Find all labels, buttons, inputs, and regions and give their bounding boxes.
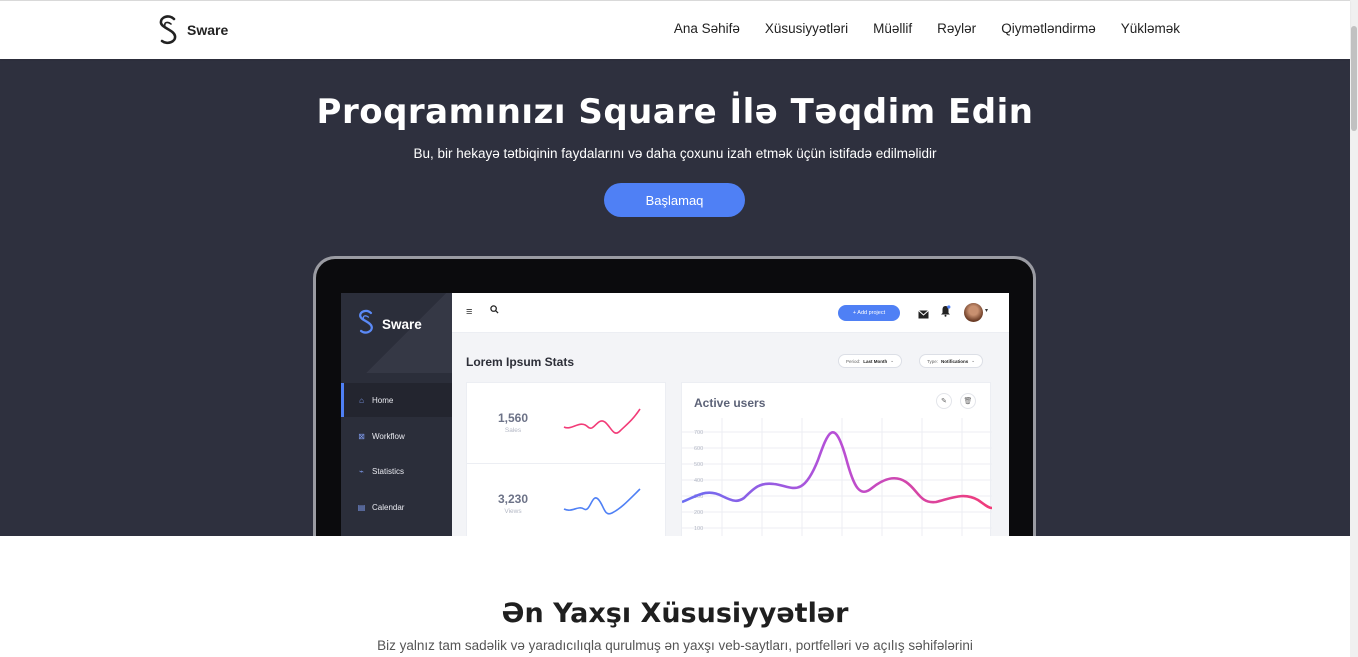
logo-icon: [157, 15, 179, 45]
y-tick: 400: [694, 478, 703, 484]
workflow-icon: ⊠: [358, 431, 365, 441]
filter-value: Notifications: [941, 358, 969, 364]
hero-subtitle: Bu, bir hekayə tətbiqinin faydalarını və…: [413, 146, 937, 161]
active-users-card: Active users ✎ 🗑 700 600 500 400 300 200…: [681, 382, 992, 536]
app-sidebar-label: Calendar: [372, 502, 405, 512]
y-tick: 100: [694, 526, 703, 532]
hero-title: Proqramınızı Square İlə Təqdim Edin: [316, 92, 1034, 132]
home-icon: ⌂: [359, 395, 364, 405]
app-sidebar-item-calendar[interactable]: ▤ Calendar: [341, 490, 452, 524]
features-subtitle: Biz yalnız tam sadəlik və yaradıcılıqla …: [377, 638, 973, 653]
divider: [467, 463, 665, 464]
y-tick: 200: [694, 510, 703, 516]
sales-sparkline: [563, 408, 641, 434]
y-tick: 700: [694, 430, 703, 436]
nav-reviews[interactable]: Rəylər: [937, 21, 976, 36]
laptop-mockup: Sware ⌂ Home ⊠ Workflow ⌁ Statistics ▤ C…: [313, 256, 1036, 536]
chevron-down-icon: ⌄: [890, 358, 895, 363]
statistics-icon: ⌁: [359, 466, 364, 476]
views-label: Views: [504, 508, 522, 515]
app-logo-icon: [357, 309, 375, 340]
app-brand: Sware: [357, 309, 422, 340]
app-sidebar-item-home[interactable]: ⌂ Home: [341, 383, 452, 417]
delete-icon[interactable]: 🗑: [960, 393, 976, 409]
type-filter[interactable]: Type: Notifications ⌄: [919, 354, 984, 368]
nav-home[interactable]: Ana Səhifə: [674, 21, 740, 36]
app-screenshot: Sware ⌂ Home ⊠ Workflow ⌁ Statistics ▤ C…: [341, 293, 1009, 536]
nav-download[interactable]: Yükləmək: [1121, 21, 1180, 36]
calendar-icon: ▤: [357, 502, 366, 512]
app-topbar: ≡ + Add project ▾: [452, 293, 1009, 333]
brand-name: Sware: [187, 22, 229, 38]
mail-icon[interactable]: [918, 306, 929, 324]
get-started-button[interactable]: Başlamaq: [604, 183, 745, 217]
mini-stats-card: 1,560 Sales 3,230 Views: [466, 382, 666, 536]
filter-value: Last Month: [863, 358, 888, 364]
chevron-down-icon[interactable]: ▾: [985, 307, 988, 314]
menu-icon[interactable]: ≡: [466, 306, 472, 318]
app-main: ≡ + Add project ▾ Lorem Ipsum Stats Peri…: [452, 293, 1009, 536]
app-sidebar-label: Workflow: [372, 431, 405, 441]
nav-author[interactable]: Müəllif: [873, 21, 912, 36]
stats-title: Lorem Ipsum Stats: [466, 355, 575, 369]
filter-prefix: Type:: [927, 358, 939, 364]
features-title: Ən Yaxşı Xüsusiyyətlər: [501, 598, 849, 629]
y-tick: 500: [694, 462, 703, 468]
chevron-down-icon: ⌄: [971, 358, 976, 363]
active-users-chart: 700 600 500 400 300 200 100: [682, 418, 992, 536]
main-nav: Ana Səhifə Xüsusiyyətləri Müəllif Rəylər…: [674, 21, 1180, 36]
nav-pricing[interactable]: Qiymətləndirmə: [1001, 21, 1096, 36]
bell-icon[interactable]: [940, 304, 951, 322]
app-sidebar-label: Statistics: [372, 466, 405, 476]
hero-section: Proqramınızı Square İlə Təqdim Edin Bu, …: [0, 59, 1350, 536]
avatar[interactable]: [964, 303, 983, 322]
search-icon[interactable]: [490, 305, 499, 317]
brand[interactable]: Sware: [157, 15, 228, 45]
scrollbar-thumb[interactable]: [1351, 26, 1357, 131]
app-brand-name: Sware: [382, 317, 422, 332]
app-sidebar-item-statistics[interactable]: ⌁ Statistics: [341, 454, 452, 488]
sales-value: 1,560: [497, 411, 529, 425]
sales-label: Sales: [504, 427, 522, 434]
top-navbar: Sware Ana Səhifə Xüsusiyyətləri Müəllif …: [0, 0, 1350, 59]
period-filter[interactable]: Period: Last Month ⌄: [838, 354, 903, 368]
nav-features[interactable]: Xüsusiyyətləri: [765, 21, 848, 36]
filter-prefix: Period:: [846, 358, 861, 364]
page-scrollbar[interactable]: [1350, 0, 1358, 657]
edit-icon[interactable]: ✎: [936, 393, 952, 409]
views-sparkline: [563, 488, 641, 515]
views-value: 3,230: [497, 492, 529, 506]
app-sidebar-item-workflow[interactable]: ⊠ Workflow: [341, 419, 452, 453]
add-project-button[interactable]: + Add project: [838, 305, 900, 321]
active-users-title: Active users: [694, 396, 766, 410]
app-sidebar: Sware ⌂ Home ⊠ Workflow ⌁ Statistics ▤ C…: [341, 293, 452, 536]
app-sidebar-label: Home: [372, 395, 394, 405]
y-tick: 600: [694, 446, 703, 452]
